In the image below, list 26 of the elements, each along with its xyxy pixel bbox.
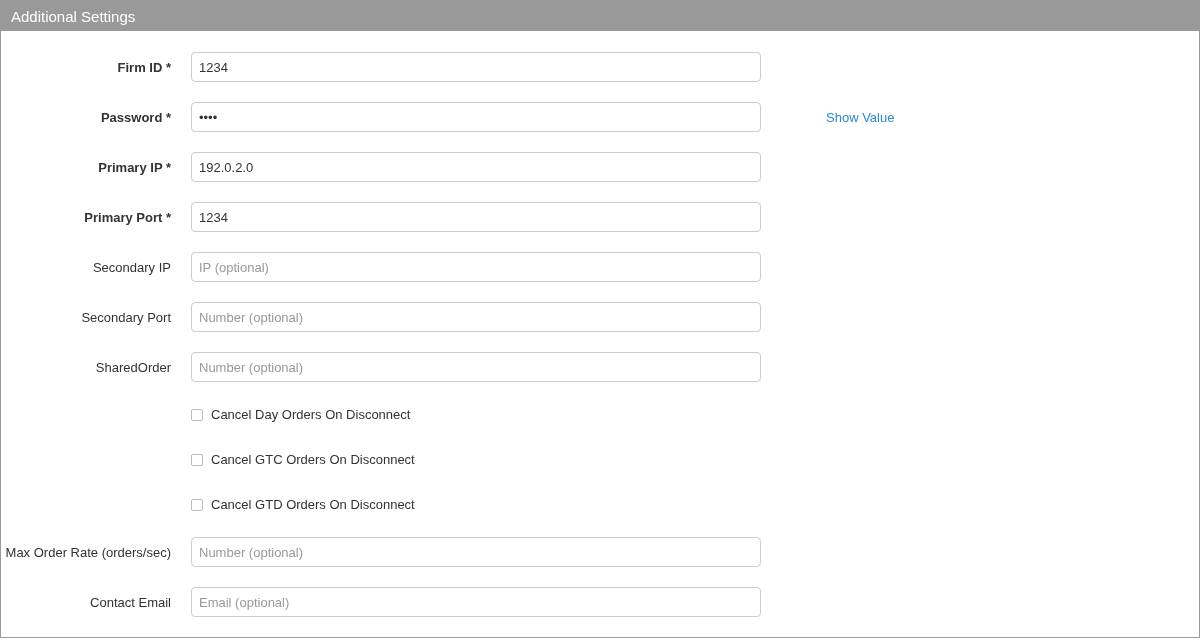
checkbox-label[interactable]: Cancel GTC Orders On Disconnect xyxy=(211,452,415,467)
field-label: Secondary Port xyxy=(81,309,171,325)
panel-title: Additional Settings xyxy=(11,7,136,25)
field-label: Primary Port * xyxy=(84,209,171,225)
field-label: Contact Email xyxy=(90,594,171,610)
input-field[interactable]: IP (optional) xyxy=(191,252,761,282)
input-field[interactable]: Number (optional) xyxy=(191,352,761,382)
field-label: Secondary IP xyxy=(92,259,171,275)
checkbox[interactable] xyxy=(191,408,203,421)
field-label: Firm ID * xyxy=(117,59,171,75)
input-field[interactable]: •••• xyxy=(191,102,761,132)
checkbox[interactable] xyxy=(191,453,203,466)
field-label: Max Order Rate (orders/sec) xyxy=(5,544,171,560)
checkbox-label[interactable]: Cancel GTD Orders On Disconnect xyxy=(211,497,415,512)
input-field[interactable]: 192.0.2.0 xyxy=(191,152,761,182)
input-field[interactable]: 1234 xyxy=(191,52,761,82)
field-label: Password * xyxy=(100,109,171,125)
field-label: Primary IP * xyxy=(98,159,171,175)
field-label: SharedOrder xyxy=(95,359,171,375)
show-value-link[interactable]: Show Value xyxy=(826,109,895,125)
checkbox-label[interactable]: Cancel Day Orders On Disconnect xyxy=(211,407,411,422)
input-field[interactable]: 1234 xyxy=(191,202,761,232)
input-field[interactable]: Email (optional) xyxy=(191,587,761,617)
input-field[interactable]: Number (optional) xyxy=(191,537,761,567)
input-field[interactable]: Number (optional) xyxy=(191,302,761,332)
checkbox[interactable] xyxy=(191,498,203,511)
